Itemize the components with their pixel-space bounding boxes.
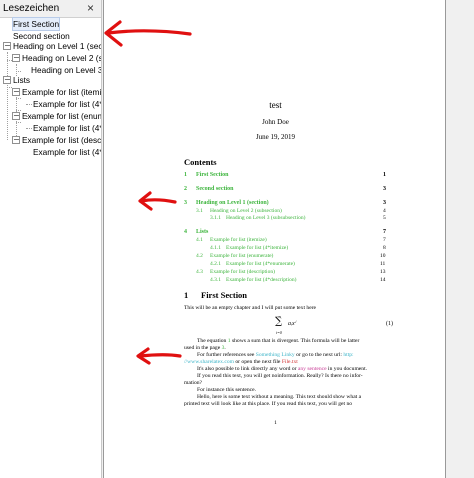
toc-link[interactable]: Example for list (description) <box>210 269 275 275</box>
toc-link[interactable]: Example for list (4*itemize) <box>226 245 288 251</box>
contents-heading: Contents <box>184 157 217 167</box>
something-linky-link[interactable]: Something Linky <box>256 352 295 358</box>
toc-num: 4.2 <box>196 253 203 259</box>
doc-date: June 19, 2019 <box>255 133 296 141</box>
toc-num: 4.3.1 <box>210 277 221 283</box>
paragraph-line: printed text will look like at this plac… <box>184 401 353 407</box>
bookmarks-panel-header: Lesezeichen × <box>0 0 101 18</box>
toc-num: 2 <box>184 186 187 192</box>
paragraph-line: mation? <box>184 380 203 386</box>
collapse-icon[interactable]: − <box>3 42 11 50</box>
toc-num: 3 <box>184 200 187 206</box>
toc-page: 1 <box>383 172 386 178</box>
equation-lower-limit: i=0 <box>276 330 282 335</box>
toc-num: 4.1 <box>196 237 203 243</box>
bookmarks-panel-title: Lesezeichen <box>3 3 60 14</box>
toc-link[interactable]: Example for list (4*enumerate) <box>226 261 295 267</box>
equation-body: aᵢxⁱ <box>288 321 296 327</box>
toc-page: 13 <box>380 269 386 275</box>
toc-page: 14 <box>380 277 386 283</box>
url-link[interactable]: //www.sharelatex.com <box>184 359 234 365</box>
toc-page: 7 <box>383 229 386 235</box>
bookmarks-panel: Lesezeichen × First Section Second secti… <box>0 0 102 478</box>
paragraph-line: It's also possible to link directly any … <box>197 366 368 372</box>
toc-page: 3 <box>383 186 386 192</box>
doc-author: John Doe <box>262 118 289 126</box>
bookmark-first-section[interactable]: First Section <box>11 17 61 31</box>
toc-num: 4.3 <box>196 269 203 275</box>
paragraph-line: //www.sharelatex.com or open the next fi… <box>184 359 298 365</box>
toc-page: 5 <box>383 215 386 221</box>
paragraph-line: Hello, here is some text without a meani… <box>197 394 362 400</box>
toc-link[interactable]: Heading on Level 1 (section) <box>196 200 269 206</box>
toc-link[interactable]: Lists <box>196 229 208 235</box>
bookmark-heading-level-3[interactable]: Heading on Level 3 <box>31 64 101 76</box>
bookmark-list-4-enumerate[interactable]: Example for list (4* <box>33 122 101 134</box>
bookmark-list-4-description[interactable]: Example for list (4* <box>33 146 101 158</box>
toc-link[interactable]: Heading on Level 2 (subsection) <box>210 208 282 214</box>
section-number: 1 <box>184 290 189 300</box>
collapse-icon[interactable]: − <box>12 112 20 120</box>
collapse-icon[interactable]: − <box>12 136 20 144</box>
toc-link[interactable]: Example for list (4*description) <box>226 277 296 283</box>
toc-link[interactable]: Example for list (enumerate) <box>210 253 273 259</box>
paragraph-line: For instance this sentence. <box>197 387 257 393</box>
collapse-icon[interactable]: − <box>3 76 11 84</box>
toc-num: 4 <box>184 229 187 235</box>
url-link[interactable]: http: <box>343 352 353 358</box>
toc-num: 4.1.1 <box>210 245 221 251</box>
bookmark-list-4-itemize[interactable]: Example for list (4* <box>33 98 101 110</box>
toc-link[interactable]: First Section <box>196 172 229 178</box>
section-title: First Section <box>201 290 248 300</box>
bookmark-list-enumerate[interactable]: Example for list (enum <box>22 110 101 122</box>
bookmark-list-description[interactable]: Example for list (descr <box>22 134 101 146</box>
collapse-icon[interactable]: − <box>12 88 20 96</box>
toc-link[interactable]: Example for list (itemize) <box>210 237 267 243</box>
toc-page: 3 <box>383 200 386 206</box>
toc-link[interactable]: Heading on Level 3 (subsubsection) <box>226 215 305 221</box>
toc-page: 10 <box>380 253 386 259</box>
sentence-link[interactable]: any sentence <box>298 366 327 372</box>
bookmark-heading-level-2[interactable]: Heading on Level 2 (su <box>22 52 101 64</box>
intro-text: This will be an empty chapter and I will… <box>184 305 317 311</box>
toc-link[interactable]: Second section <box>196 186 234 192</box>
toc-page: 4 <box>383 208 386 214</box>
equation-label: (1) <box>386 321 393 327</box>
close-icon[interactable]: × <box>87 1 94 15</box>
toc-num: 3.1 <box>196 208 203 214</box>
paragraph-line: The equation 1 shows a sum that is diver… <box>197 338 360 344</box>
document-viewport[interactable]: test John Doe June 19, 2019 Contents 1 F… <box>103 0 474 478</box>
toc-num: 1 <box>184 172 187 178</box>
equation-sum-sign: ∑ <box>275 316 283 327</box>
paragraph-line: used in the page 3. <box>184 345 226 351</box>
toc-num: 3.1.1 <box>210 215 221 221</box>
toc-num: 4.2.1 <box>210 261 221 267</box>
file-link[interactable]: File.txt <box>282 359 298 365</box>
collapse-icon[interactable]: − <box>12 54 20 62</box>
doc-title: test <box>269 100 282 110</box>
toc-page: 11 <box>380 261 386 267</box>
page-number: 1 <box>274 420 277 426</box>
bookmark-heading-level-1[interactable]: Heading on Level 1 (sectio <box>13 40 101 52</box>
bookmark-list-itemize[interactable]: Example for list (itemi <box>22 86 101 98</box>
bookmark-lists[interactable]: Lists <box>13 74 30 86</box>
pdf-page: test John Doe June 19, 2019 Contents 1 F… <box>103 0 446 478</box>
paragraph-line: If you read this text, you will get noin… <box>197 373 363 379</box>
toc-page: 7 <box>383 237 386 243</box>
paragraph-line: For further references see Something Lin… <box>197 352 354 358</box>
toc-page: 8 <box>383 245 386 251</box>
